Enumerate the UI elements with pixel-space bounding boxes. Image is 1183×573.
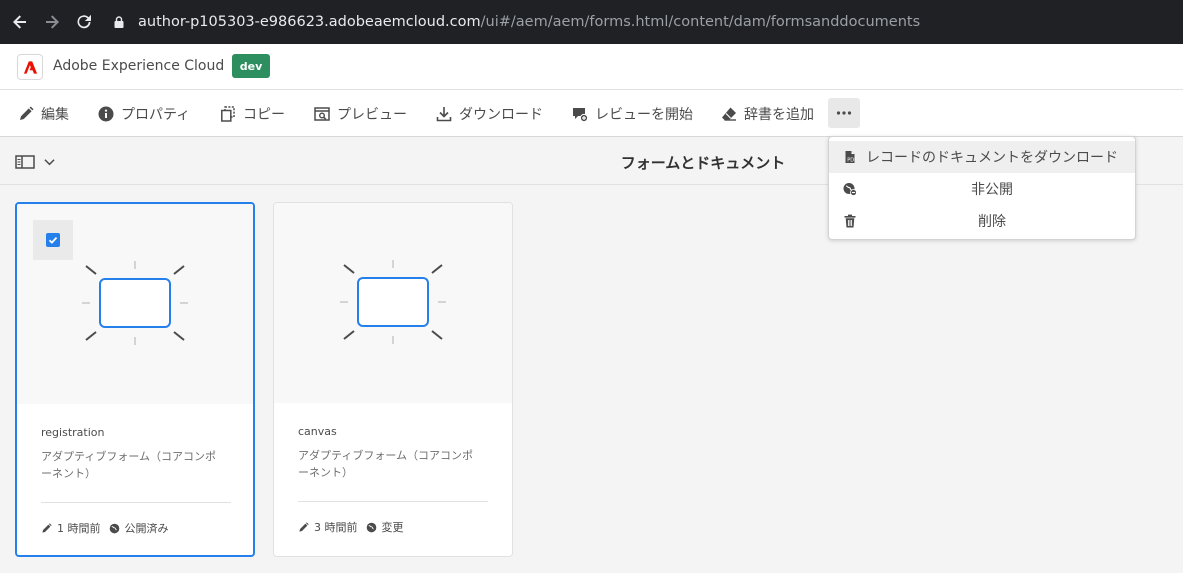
card-title: registration	[41, 426, 105, 439]
checkbox-checked[interactable]	[46, 233, 60, 247]
edit-action[interactable]: 編集	[18, 103, 69, 125]
card-subtitle-line: アダプティブフォーム（コアコンポ	[298, 449, 474, 462]
card-subtitle: アダプティブフォーム（コアコンポ ーネント）	[298, 447, 488, 481]
card-thumbnail[interactable]	[274, 203, 512, 403]
environment-badge: dev	[232, 54, 270, 78]
download-label: ダウンロード	[459, 107, 543, 123]
ellipsis-icon	[836, 111, 852, 115]
card-meta: 3 時間前 変更	[298, 519, 404, 535]
reload-button[interactable]	[68, 6, 100, 38]
back-button[interactable]	[4, 6, 36, 38]
card-subtitle-line: ーネント）	[298, 466, 353, 479]
url-host: author-p105303-e986623.adobeaemcloud.com	[138, 14, 481, 30]
info-icon	[98, 106, 114, 122]
form-placeholder-icon	[82, 261, 188, 345]
add-dictionary-action[interactable]: 辞書を追加	[721, 103, 814, 125]
download-document-of-record-item[interactable]: PDF レコードのドキュメントをダウンロード	[829, 141, 1135, 173]
publish-status: 変更	[381, 521, 404, 534]
app-header: Adobe Experience Cloud dev	[0, 44, 1183, 90]
more-actions-menu: PDF レコードのドキュメントをダウンロード 非公開 削除	[828, 136, 1136, 240]
asset-card[interactable]: canvas アダプティブフォーム（コアコンポ ーネント） 3 時間前 変更	[273, 202, 513, 557]
browser-toolbar: author-p105303-e986623.adobeaemcloud.com…	[0, 0, 1183, 44]
document-icon: PDF	[845, 151, 857, 164]
trash-icon	[844, 214, 856, 228]
preview-label: プレビュー	[337, 107, 407, 123]
asset-card[interactable]: registration アダプティブフォーム（コアコンポ ーネント） 1 時間…	[15, 202, 255, 557]
properties-label: プロパティ	[121, 107, 191, 123]
form-placeholder-icon	[340, 260, 446, 344]
globe-icon	[109, 523, 119, 533]
reload-icon	[77, 14, 91, 29]
preview-icon	[314, 107, 330, 121]
card-subtitle: アダプティブフォーム（コアコンポ ーネント）	[41, 448, 231, 482]
review-icon	[573, 108, 588, 122]
pencil-icon	[299, 521, 309, 532]
eraser-icon	[722, 107, 736, 121]
card-title: canvas	[298, 425, 337, 438]
lock-icon	[114, 16, 124, 28]
edit-label: 編集	[41, 107, 69, 123]
address-bar[interactable]: author-p105303-e986623.adobeaemcloud.com…	[108, 6, 1183, 38]
unpublish-item[interactable]: 非公開	[829, 173, 1135, 205]
card-selection[interactable]	[33, 220, 73, 260]
start-review-label: レビューを開始	[595, 107, 693, 123]
url-path: /ui#/aem/aem/forms.html/content/dam/form…	[480, 14, 921, 30]
menu-label: 削除	[978, 214, 1006, 230]
arrow-right-icon	[46, 15, 59, 29]
adobe-logo-icon[interactable]	[17, 54, 43, 80]
modified-time: 3 時間前	[314, 521, 358, 534]
globe-remove-icon	[843, 183, 857, 196]
menu-label: レコードのドキュメントをダウンロード	[866, 150, 1118, 166]
brand-name[interactable]: Adobe Experience Cloud	[53, 58, 224, 74]
start-review-action[interactable]: レビューを開始	[572, 103, 693, 125]
pencil-icon	[42, 522, 52, 533]
delete-item[interactable]: 削除	[829, 205, 1135, 237]
card-subtitle-line: ーネント）	[41, 467, 96, 480]
properties-action[interactable]: プロパティ	[98, 103, 190, 125]
modified-time: 1 時間前	[57, 522, 101, 535]
download-action[interactable]: ダウンロード	[436, 103, 543, 125]
arrow-left-icon	[13, 15, 26, 29]
add-dictionary-label: 辞書を追加	[744, 107, 814, 123]
pencil-icon	[20, 106, 34, 120]
copy-label: コピー	[243, 107, 285, 123]
preview-action[interactable]: プレビュー	[314, 103, 407, 125]
svg-text:PDF: PDF	[847, 158, 857, 164]
action-bar: 編集 プロパティ コピー プレビュー ダウンロード レビューを開始 辞書を追加	[0, 90, 1183, 137]
copy-icon	[221, 106, 235, 122]
more-actions-button[interactable]	[828, 98, 860, 128]
copy-action[interactable]: コピー	[220, 103, 285, 125]
download-icon	[436, 107, 452, 122]
card-meta: 1 時間前 公開済み	[41, 520, 169, 536]
checkmark-icon	[48, 236, 58, 244]
card-subtitle-line: アダプティブフォーム（コアコンポ	[41, 450, 217, 463]
menu-label: 非公開	[971, 182, 1013, 198]
card-divider	[41, 502, 231, 503]
publish-status: 公開済み	[124, 522, 169, 535]
forward-button[interactable]	[36, 6, 68, 38]
globe-icon	[366, 522, 376, 532]
card-divider	[298, 501, 488, 502]
